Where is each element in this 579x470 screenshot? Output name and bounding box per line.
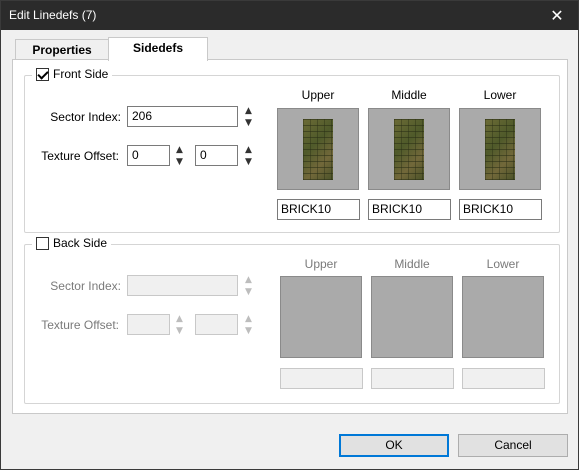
front-middle-header: Middle xyxy=(391,88,427,102)
front-sector-index-spinner[interactable]: ▲ ▼ xyxy=(242,106,255,128)
spin-down-icon[interactable]: ▼ xyxy=(245,118,252,128)
back-upper-texture-input[interactable] xyxy=(280,368,363,389)
back-middle-texture-input[interactable] xyxy=(371,368,454,389)
back-side-label[interactable]: Back Side xyxy=(53,236,107,250)
back-sector-index-spinner[interactable]: ▲ ▼ xyxy=(242,275,255,297)
front-upper-header: Upper xyxy=(301,88,335,102)
back-offset-x-input[interactable] xyxy=(127,314,170,335)
back-offset-y-spinner[interactable]: ▲ ▼ xyxy=(242,314,255,336)
spin-up-icon[interactable]: ▲ xyxy=(245,145,252,155)
front-middle-texture-preview[interactable] xyxy=(368,108,450,190)
front-sector-index-input[interactable]: 206 xyxy=(127,106,238,127)
title-bar: Edit Linedefs (7) ✕ xyxy=(1,1,578,30)
front-upper-texture-preview[interactable] xyxy=(277,108,359,190)
spin-down-icon[interactable]: ▼ xyxy=(176,157,183,167)
front-offset-x-input[interactable]: 0 xyxy=(127,145,170,166)
back-upper-header: Upper xyxy=(304,257,338,271)
spin-down-icon[interactable]: ▼ xyxy=(245,326,252,336)
front-upper-texture-input[interactable]: BRICK10 xyxy=(277,199,360,220)
spin-up-icon[interactable]: ▲ xyxy=(176,145,183,155)
spin-down-icon[interactable]: ▼ xyxy=(245,287,252,297)
back-sector-index-label: Sector Index: xyxy=(50,279,121,293)
back-lower-header: Lower xyxy=(486,257,520,271)
front-side-label[interactable]: Front Side xyxy=(53,67,108,81)
back-lower-texture-preview[interactable] xyxy=(462,276,544,358)
tab-properties[interactable]: Properties xyxy=(15,39,109,59)
back-side-checkbox[interactable] xyxy=(36,236,49,250)
tab-sidedefs[interactable]: Sidedefs xyxy=(108,37,208,61)
back-offset-y-input[interactable] xyxy=(195,314,238,335)
cancel-button[interactable]: Cancel xyxy=(458,434,568,457)
back-lower-texture-input[interactable] xyxy=(462,368,545,389)
brick-texture-image xyxy=(485,119,515,180)
front-offset-x-spinner[interactable]: ▲ ▼ xyxy=(173,145,186,167)
back-middle-header: Middle xyxy=(394,257,430,271)
sidedefs-panel: Front Side Sector Index: 206 ▲ ▼ Texture… xyxy=(12,59,568,414)
front-middle-texture-input[interactable]: BRICK10 xyxy=(368,199,451,220)
front-lower-texture-input[interactable]: BRICK10 xyxy=(459,199,542,220)
front-offset-y-spinner[interactable]: ▲ ▼ xyxy=(242,145,255,167)
brick-texture-image xyxy=(394,119,424,180)
window-title: Edit Linedefs (7) xyxy=(9,8,97,22)
front-texture-offset-label: Texture Offset: xyxy=(41,149,119,163)
ok-button[interactable]: OK xyxy=(339,434,449,457)
edit-linedefs-dialog: Edit Linedefs (7) ✕ Properties Sidedefs … xyxy=(0,0,579,470)
front-lower-header: Lower xyxy=(483,88,517,102)
spin-down-icon[interactable]: ▼ xyxy=(245,157,252,167)
front-offset-y-input[interactable]: 0 xyxy=(195,145,238,166)
close-icon[interactable]: ✕ xyxy=(536,1,578,30)
spin-down-icon[interactable]: ▼ xyxy=(176,326,183,336)
front-sector-index-label: Sector Index: xyxy=(50,110,121,124)
back-middle-texture-preview[interactable] xyxy=(371,276,453,358)
back-upper-texture-preview[interactable] xyxy=(280,276,362,358)
back-texture-offset-label: Texture Offset: xyxy=(41,318,119,332)
front-side-legend: Front Side xyxy=(32,67,113,81)
back-side-legend: Back Side xyxy=(32,236,112,250)
spin-up-icon[interactable]: ▲ xyxy=(245,275,252,285)
back-offset-x-spinner[interactable]: ▲ ▼ xyxy=(173,314,186,336)
spin-up-icon[interactable]: ▲ xyxy=(245,314,252,324)
front-side-checkbox[interactable] xyxy=(36,67,49,81)
back-sector-index-input[interactable] xyxy=(127,275,238,296)
front-lower-texture-preview[interactable] xyxy=(459,108,541,190)
brick-texture-image xyxy=(303,119,333,180)
spin-up-icon[interactable]: ▲ xyxy=(245,106,252,116)
spin-up-icon[interactable]: ▲ xyxy=(176,314,183,324)
